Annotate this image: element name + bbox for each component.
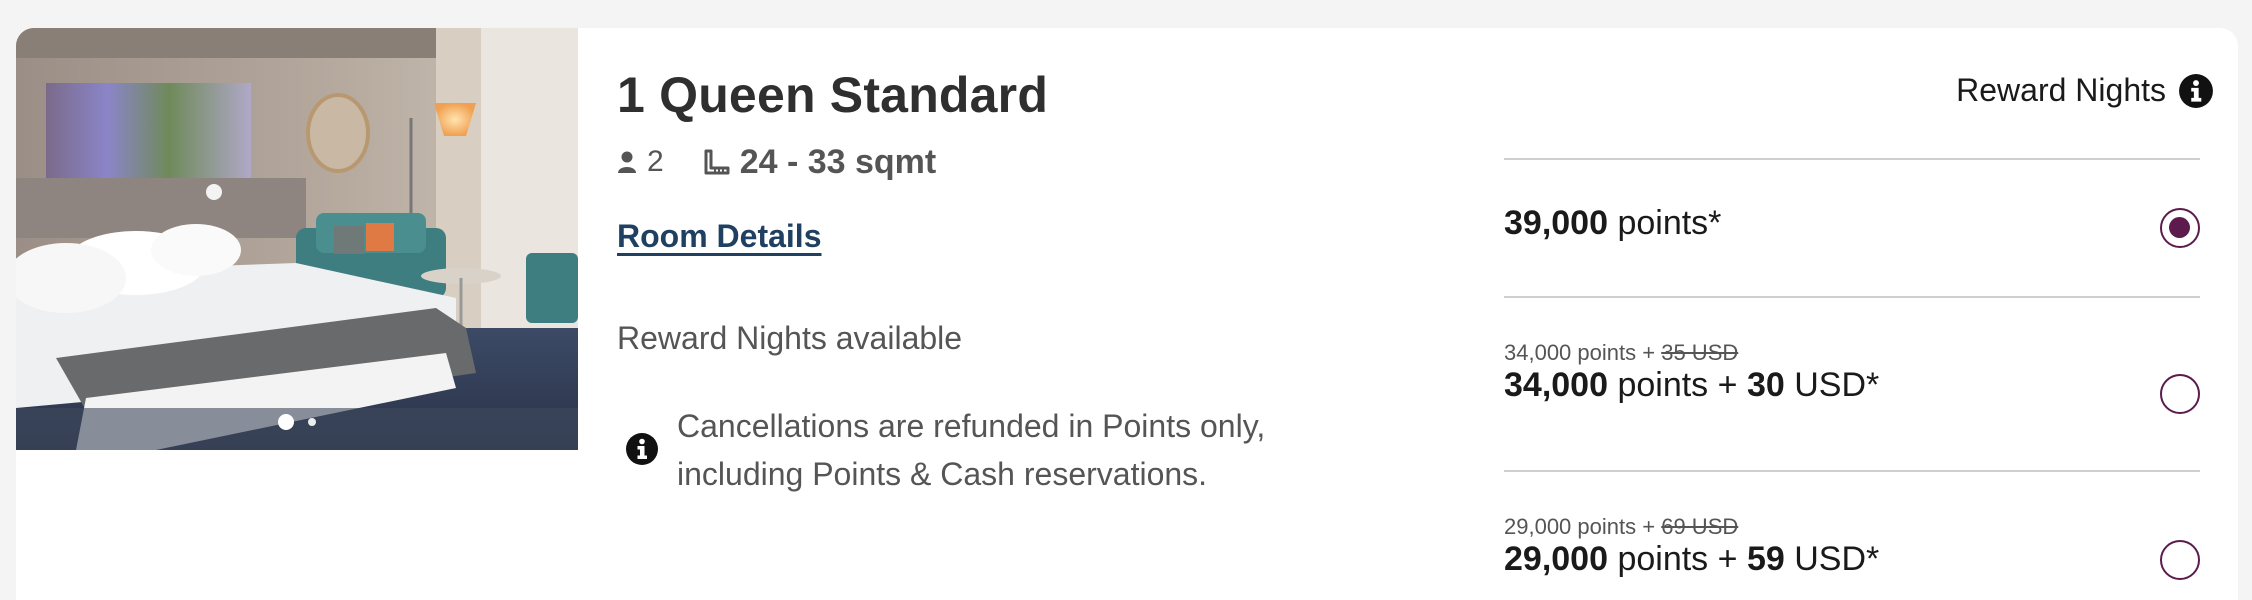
rate-points-label: points* (1617, 204, 1722, 242)
rates-header-label: Reward Nights (1956, 72, 2166, 108)
rate-radio-button[interactable] (2160, 374, 2200, 414)
rates-header: Reward Nights (1956, 72, 2214, 109)
rate-divider (1504, 470, 2200, 472)
rate-points: 34,000 (1504, 366, 1608, 404)
room-size: 24 - 33 sqmt (739, 142, 937, 181)
rate-points-label: points (1617, 540, 1709, 578)
rate-plus: + (1717, 540, 1738, 578)
rate-option-points-cash[interactable]: 34,000 points + 35 USD 34,000 points + 3… (1504, 340, 2216, 405)
rate-cash-label: USD* (1794, 366, 1880, 404)
rate-points: 29,000 (1504, 540, 1608, 578)
guest-count: 2 (647, 145, 664, 178)
rate-radio-button-selected[interactable] (2160, 208, 2200, 248)
person-icon (618, 151, 636, 173)
rate-divider (1504, 158, 2200, 160)
rate-original-price: 29,000 points + 69 USD (1504, 514, 1739, 539)
room-title: 1 Queen Standard (617, 67, 1049, 123)
rate-cash: 59 (1746, 540, 1785, 578)
rate-points-label: points (1617, 366, 1709, 404)
strikethrough-cash: 69 USD (1661, 514, 1739, 539)
strikethrough-cash: 35 USD (1661, 340, 1739, 365)
room-photo (16, 28, 578, 450)
carousel-dot-active[interactable] (278, 414, 294, 430)
rate-original-price: 34,000 points + 35 USD (1504, 340, 1739, 365)
rate-divider (1504, 296, 2200, 298)
rate-price: 34,000 points + 30 USD* (1504, 366, 2216, 405)
room-meta: 2 24 - 33 sqmt (617, 142, 936, 182)
ruler-icon (704, 149, 730, 175)
cancellation-notice: Cancellations are refunded in Points onl… (617, 402, 1357, 498)
rate-radio-button[interactable] (2160, 540, 2200, 580)
carousel-dot[interactable] (308, 418, 316, 426)
room-photo-carousel[interactable] (16, 28, 578, 450)
room-details-link[interactable]: Room Details (617, 218, 821, 255)
room-card: 1 Queen Standard 2 24 - 33 sqmt Room Det… (16, 28, 2238, 600)
rate-cash: 30 (1746, 366, 1785, 404)
rate-option-points-cash[interactable]: 29,000 points + 69 USD 29,000 points + 5… (1504, 514, 2216, 579)
availability-text: Reward Nights available (617, 320, 963, 356)
rate-option-points[interactable]: 39,000 points* (1504, 204, 2216, 243)
carousel-dots (16, 414, 578, 430)
rate-plus: + (1717, 366, 1738, 404)
rate-cash-label: USD* (1794, 540, 1880, 578)
info-icon (626, 433, 658, 465)
rate-price: 29,000 points + 59 USD* (1504, 540, 2216, 579)
info-icon[interactable] (2178, 73, 2214, 109)
rate-price: 39,000 points* (1504, 204, 2216, 243)
rate-points: 39,000 (1504, 204, 1608, 242)
cancellation-text: Cancellations are refunded in Points onl… (677, 408, 1266, 492)
